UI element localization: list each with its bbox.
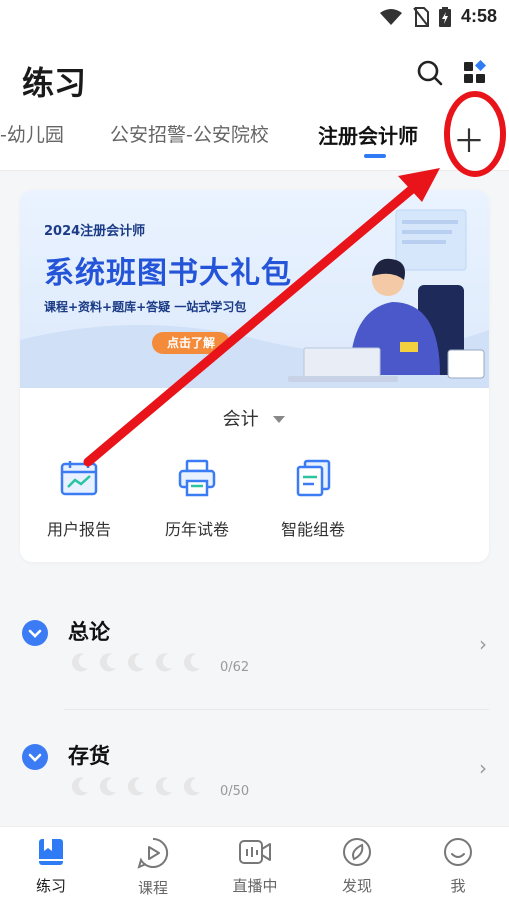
nav-label: 我	[450, 877, 466, 895]
chapter-rating	[70, 776, 202, 796]
moon-icon	[127, 653, 144, 672]
chevron-right-icon[interactable]: ›	[479, 756, 487, 780]
search-icon[interactable]	[417, 60, 443, 86]
moon-icon	[71, 653, 88, 672]
moon-icon	[183, 653, 200, 672]
compass-icon	[343, 838, 371, 866]
tool-label: 历年试卷	[164, 520, 229, 539]
moon-icon	[99, 653, 116, 672]
status-time: 4:58	[460, 6, 497, 26]
chapter-title: 存货	[68, 744, 110, 768]
nav-label: 课程	[137, 879, 168, 897]
moon-icon	[155, 653, 172, 672]
status-bar: 4:58	[0, 0, 509, 36]
nav-label: 发现	[341, 877, 372, 895]
smile-icon	[444, 838, 472, 866]
banner-cta-button[interactable]: 点击了解	[152, 332, 230, 354]
book-icon	[39, 839, 63, 865]
chapter-progress: 0/50	[220, 784, 250, 799]
subject-label: 会计	[222, 409, 259, 430]
nav-practice[interactable]: 练习	[11, 837, 91, 896]
tab-kindergarten[interactable]: -幼儿园	[0, 120, 64, 147]
bottom-nav: 练习 课程 直播中 发现 我	[0, 826, 509, 905]
tool-past-papers[interactable]: 历年试卷	[142, 458, 252, 540]
tab-cpa[interactable]: 注册会计师	[318, 120, 418, 149]
active-tab-indicator	[364, 154, 386, 158]
divider	[64, 709, 489, 710]
add-tab-button[interactable]: ＋	[453, 116, 485, 162]
page-title: 练习	[22, 64, 87, 102]
battery-charging-icon	[438, 6, 451, 27]
tool-smart-paper[interactable]: 智能组卷	[258, 458, 368, 540]
moon-icon	[71, 777, 88, 796]
banner-subtitle: 课程+资料+题库+答疑 一站式学习包	[44, 300, 247, 314]
tool-shortcuts: 用户报告 历年试卷 智能组卷	[20, 458, 489, 548]
tool-user-report[interactable]: 用户报告	[24, 458, 134, 540]
practice-card: 2024注册会计师 系统班图书大礼包 课程+资料+题库+答疑 一站式学习包 点击…	[20, 190, 489, 562]
banner-title: 系统班图书大礼包	[44, 256, 292, 291]
chapter-title: 总论	[68, 620, 110, 644]
nav-discover[interactable]: 发现	[317, 837, 397, 896]
nav-courses[interactable]: 课程	[113, 837, 193, 898]
report-chart-icon	[60, 461, 98, 496]
no-sim-icon	[413, 6, 429, 27]
chevron-right-icon[interactable]: ›	[479, 632, 487, 656]
tool-label: 智能组卷	[280, 520, 345, 539]
nav-label: 练习	[35, 877, 66, 895]
moon-icon	[183, 777, 200, 796]
nav-me[interactable]: 我	[418, 837, 498, 896]
caret-down-icon	[273, 416, 286, 423]
moon-icon	[155, 777, 172, 796]
chapter-expand-icon[interactable]	[22, 620, 48, 646]
apps-grid-icon[interactable]	[463, 60, 487, 84]
printer-icon	[178, 459, 216, 497]
banner-year-text: 2024注册会计师	[44, 224, 146, 239]
category-tabs: -幼儿园 公安招警-公安院校 注册会计师 ＋	[0, 108, 509, 171]
tab-police[interactable]: 公安招警-公安院校	[110, 120, 269, 147]
subject-selector[interactable]: 会计	[20, 405, 489, 431]
chapter-rating	[70, 652, 202, 672]
nav-label: 直播中	[232, 877, 278, 895]
chapter-progress: 0/62	[220, 660, 250, 675]
live-video-icon	[239, 840, 271, 864]
nav-live[interactable]: 直播中	[215, 837, 295, 896]
moon-icon	[127, 777, 144, 796]
wifi-icon	[379, 8, 402, 25]
tool-label: 用户报告	[46, 520, 111, 539]
stacked-documents-icon	[296, 459, 331, 497]
promo-banner[interactable]: 2024注册会计师 系统班图书大礼包 课程+资料+题库+答疑 一站式学习包 点击…	[20, 190, 489, 388]
chapter-expand-icon[interactable]	[22, 744, 48, 770]
play-course-icon	[137, 837, 169, 869]
moon-icon	[99, 777, 116, 796]
